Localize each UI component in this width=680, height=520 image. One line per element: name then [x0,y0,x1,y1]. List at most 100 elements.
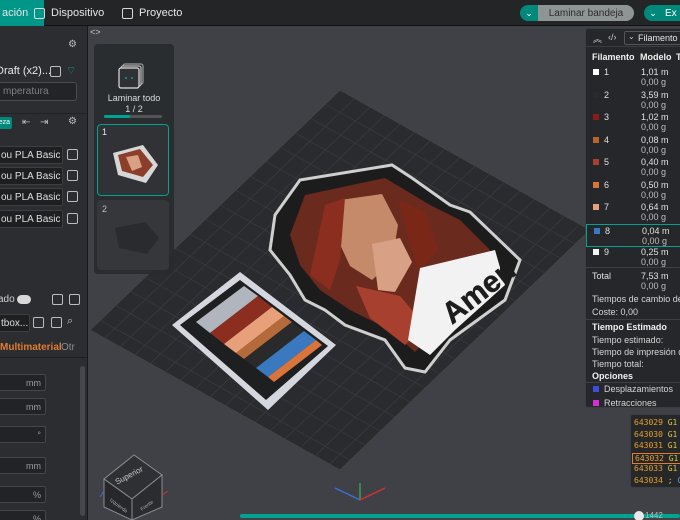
left-panel-scrollbar[interactable] [80,366,85,516]
filament-slot-4[interactable]: ou PLA Basic ... [0,210,87,228]
filament-dropdown[interactable]: ou PLA Basic ... [0,167,63,185]
filament-number: 7 [604,202,610,212]
sync-filament-chip[interactable]: eza [0,117,12,129]
filament-edit-icon[interactable] [67,213,78,224]
filament-weight: 0,00 g [641,144,667,155]
slice-button-group: ⌄ Laminar bandeja [520,5,634,21]
left-sidebar: ⚙ Draft (x2)... ⌔ mperatura eza ⇤ ⇥ ⚙ ou… [0,26,88,520]
filament-edit-icon[interactable] [67,191,78,202]
filament-slot-3[interactable]: ou PLA Basic ... [0,188,87,206]
slice-progress-fill [104,115,131,118]
tab-multimaterial[interactable]: Multimaterial [0,342,62,353]
filament-row[interactable]: 2 3,59 m 0,00 g [586,89,680,112]
field-unit: mm [26,378,41,388]
filament-edit-icon[interactable] [67,149,78,160]
slice-all-stack-icon[interactable] [116,61,146,91]
total-weight: 0,00 g [641,281,667,291]
bed-temperature-placeholder: mperatura [3,86,49,97]
search-icon[interactable]: ⌕ [67,315,73,328]
slice-stats-panel: ︽ ‹/› ⌄ Filamento Filamento Modelo T Tot… [585,28,680,408]
expand-icon[interactable]: ⇥ [40,117,48,128]
search-settings-icon[interactable] [69,294,80,305]
export-button[interactable]: Ex [662,5,680,21]
filament-dropdown[interactable]: ou PLA Basic ... [0,210,63,228]
printer-name: Draft (x2)... [0,65,52,77]
filament-length: 3,59 m [641,89,669,100]
device-icon [34,7,45,19]
filament-settings-icon[interactable]: ⚙ [68,116,77,127]
tab-project[interactable]: Proyecto [122,0,182,26]
tab-device-label: Dispositivo [51,7,105,19]
settings-tabs: Multimaterial Otr [0,338,87,358]
layer-slider-thumb[interactable] [634,511,644,520]
setting-field-6[interactable]: % [0,510,46,520]
gcode-line[interactable]: 643034 ; Co [634,476,680,487]
advanced-toggle[interactable] [17,295,31,304]
process-edit-icon[interactable] [51,317,62,328]
filament-edit-icon[interactable] [67,170,78,181]
filament-row[interactable]: 3 1,02 m 0,00 g [586,111,680,134]
cost-text: Coste: 0,00 [592,307,639,317]
filament-row[interactable]: 8 0,04 m 0,00 g [586,223,680,247]
chevron-down-icon: ⌄ [628,32,635,41]
setting-field-4[interactable]: mm [0,457,46,474]
printer-settings-icon[interactable]: ⚙ [68,39,79,50]
slice-all-label[interactable]: Laminar todo [94,93,174,103]
sync-icon[interactable]: ⇤ [22,117,30,128]
filament-row[interactable]: 4 0,08 m 0,00 g [586,134,680,157]
filament-row[interactable]: 9 0,25 m 0,00 g [586,246,680,269]
slice-dropdown-chevron-icon[interactable]: ⌄ [520,5,538,21]
setting-field-1[interactable]: mm [0,374,46,391]
layer-slider-track[interactable] [240,514,680,518]
gcode-line[interactable]: 643030 G1 X [634,430,680,441]
compare-icon[interactable] [52,294,63,305]
export-dropdown-chevron-icon[interactable]: ⌄ [644,5,662,21]
plate-list-panel: Laminar todo 1 / 2 1 2 [94,44,174,274]
plate-thumbnail-2[interactable]: 2 [97,200,169,270]
collapse-icon[interactable]: ︽ [593,32,602,45]
filament-slot-2[interactable]: ou PLA Basic ... [0,167,87,185]
view-type-select[interactable]: ⌄ Filamento [624,31,680,45]
gcode-line[interactable]: 643029 G1 X [634,418,680,429]
filament-length: 0,40 m [641,157,669,167]
plate-thumbnail-1[interactable]: 1 [97,124,169,196]
filament-section-header: eza ⇤ ⇥ ⚙ [0,113,87,133]
printer-selector[interactable]: Draft (x2)... ⌔ [0,62,87,82]
tab-device[interactable]: Dispositivo [34,0,104,26]
legend-retraction-label[interactable]: Retracciones [604,398,657,407]
filament-number: 8 [605,225,611,236]
view-cube[interactable]: Superior Izquierda Frente [92,447,182,520]
filament-row[interactable]: 1 1,01 m 0,00 g [586,66,680,89]
filament-dropdown[interactable]: ou PLA Basic ... [0,188,63,206]
tab-project-label: Proyecto [139,7,183,19]
filament-color-swatch [593,181,599,188]
bed-temperature-field[interactable]: mperatura [0,82,77,101]
gcode-line[interactable]: 643033 G1 X [634,464,680,475]
filament-length: 0,04 m [642,225,670,236]
gcode-line[interactable]: 643032 G1 X [632,452,680,464]
setting-field-2[interactable]: mm [0,398,46,415]
wifi-icon[interactable]: ⌔ [66,64,76,78]
filament-weight: 0,00 g [641,212,667,222]
filament-row[interactable]: 7 0,64 m 0,00 g [586,201,680,224]
filament-slot-1[interactable]: ou PLA Basic ... [0,146,87,164]
save-icon[interactable] [33,317,44,328]
field-unit: % [32,514,41,520]
process-dropdown[interactable]: tbox... [0,314,30,332]
filament-row[interactable]: 6 0,50 m 0,00 g [586,179,680,202]
filament-row[interactable]: 5 0,40 m 0,00 g [586,156,680,179]
legend-travel-label[interactable]: Desplazamientos [604,384,673,394]
gcode-view-icon[interactable]: ‹/› [608,32,617,42]
slice-plate-button[interactable]: Laminar bandeja [538,5,634,21]
field-unit: ° [37,430,41,440]
printer-edit-icon[interactable] [50,66,61,77]
setting-field-3[interactable]: ° [0,426,46,443]
setting-field-5[interactable]: % [0,486,46,503]
total-label: Total [592,271,612,281]
collapse-arrows-icon[interactable]: <> [90,27,101,37]
tab-other[interactable]: Otr [61,342,75,353]
filament-dropdown[interactable]: ou PLA Basic ... [0,146,63,164]
gcode-line[interactable]: 643031 G1 X [634,441,680,452]
divider [586,319,680,320]
options-heading: Opciones [592,371,634,381]
